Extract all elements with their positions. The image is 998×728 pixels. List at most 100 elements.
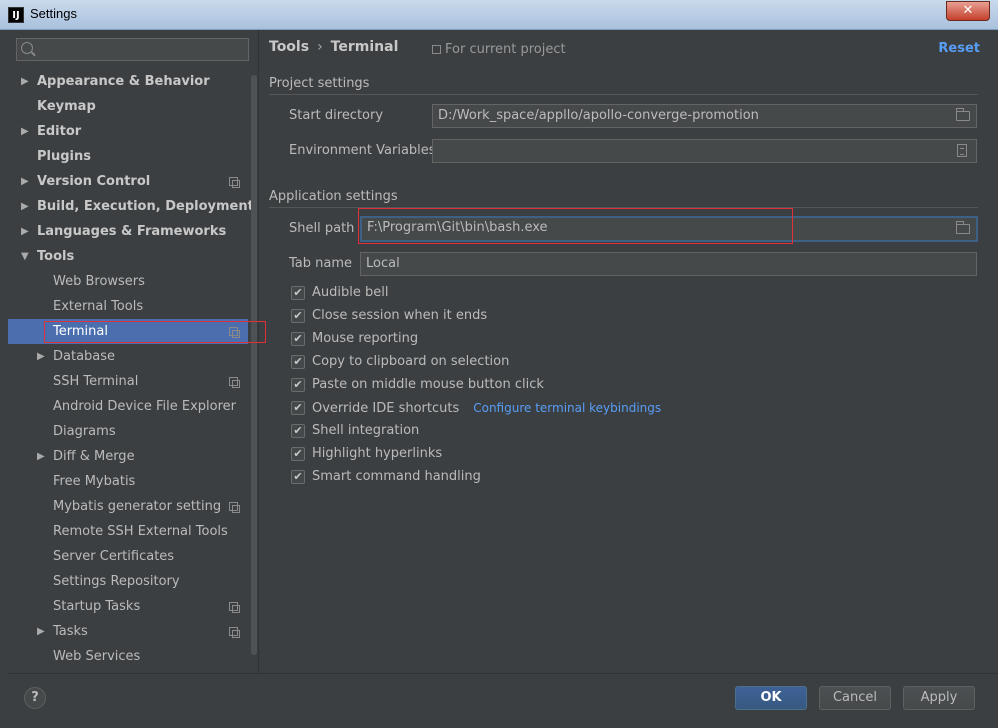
sidebar-item-terminal[interactable]: Terminal xyxy=(8,319,248,344)
checkbox[interactable]: ✔ xyxy=(291,286,305,300)
sidebar-item-mybatis-generator-setting[interactable]: Mybatis generator setting xyxy=(8,494,248,519)
project-scope-note: For current project xyxy=(432,42,566,57)
checkbox[interactable]: ✔ xyxy=(291,447,305,461)
checkbox-label-text: Audible bell xyxy=(312,285,389,300)
checkbox-label: Paste on middle mouse button click xyxy=(312,375,544,395)
checkbox-label: Smart command handling xyxy=(312,467,481,487)
sidebar-item-label: Terminal xyxy=(53,324,108,339)
collapsed-arrow-icon[interactable]: ▶ xyxy=(21,194,29,219)
start-directory-label: Start directory xyxy=(289,108,384,123)
start-directory-field[interactable]: D:/Work_space/appllo/apollo-converge-pro… xyxy=(432,104,977,128)
checkbox-label: Audible bell xyxy=(312,283,388,303)
start-directory-value: D:/Work_space/appllo/apollo-converge-pro… xyxy=(438,108,759,123)
collapsed-arrow-icon[interactable]: ▶ xyxy=(21,219,29,244)
sidebar-item-label: Settings Repository xyxy=(53,574,180,589)
search-input[interactable] xyxy=(16,38,249,61)
checkbox[interactable]: ✔ xyxy=(291,309,305,323)
sidebar-item-tools[interactable]: ▼ Tools xyxy=(8,244,248,269)
collapsed-arrow-icon[interactable]: ▶ xyxy=(37,619,45,644)
sidebar-item-label: Remote SSH External Tools xyxy=(53,524,228,539)
help-button[interactable]: ? xyxy=(24,687,46,709)
ok-button[interactable]: OK xyxy=(735,686,807,710)
checkbox-label: Shell integration xyxy=(312,421,419,441)
sidebar-item-label: Plugins xyxy=(37,149,91,164)
sidebar-item-appearance-behavior[interactable]: ▶ Appearance & Behavior xyxy=(8,69,248,94)
sidebar-item-label: Build, Execution, Deployment xyxy=(37,199,254,214)
sidebar-item-label: Editor xyxy=(37,124,82,139)
sidebar-item-external-tools[interactable]: External Tools xyxy=(8,294,248,319)
checkbox-label-text: Copy to clipboard on selection xyxy=(312,354,510,369)
project-icon xyxy=(229,377,240,388)
sidebar-item-ssh-terminal[interactable]: SSH Terminal xyxy=(8,369,248,394)
intellij-icon: IJ xyxy=(8,7,24,23)
checkbox-label: Highlight hyperlinks xyxy=(312,444,442,464)
apply-button[interactable]: Apply xyxy=(903,686,975,710)
sidebar-item-label: Diagrams xyxy=(53,424,116,439)
sidebar-item-label: Startup Tasks xyxy=(53,599,141,614)
sidebar-item-label: Languages & Frameworks xyxy=(37,224,227,239)
environment-variables-field[interactable] xyxy=(432,139,977,163)
sidebar-item-server-certificates[interactable]: Server Certificates xyxy=(8,544,248,569)
collapsed-arrow-icon[interactable]: ▶ xyxy=(37,344,45,369)
checkbox[interactable]: ✔ xyxy=(291,401,305,415)
project-icon xyxy=(229,602,240,613)
sidebar-item-remote-ssh-external-tools[interactable]: Remote SSH External Tools xyxy=(8,519,248,544)
sidebar-item-database[interactable]: ▶ Database xyxy=(8,344,248,369)
terminal-settings-panel: Tools › Terminal For current project Reset… xyxy=(260,30,998,673)
sidebar-item-free-mybatis[interactable]: Free Mybatis xyxy=(8,469,248,494)
sidebar-item-label: Database xyxy=(53,349,116,364)
checkbox[interactable]: ✔ xyxy=(291,470,305,484)
window-title: Settings xyxy=(30,6,77,21)
sidebar-scrollbar[interactable] xyxy=(251,75,257,655)
collapsed-arrow-icon[interactable]: ▶ xyxy=(21,119,29,144)
sidebar-item-label: Keymap xyxy=(37,99,96,114)
sidebar-item-label: Tools xyxy=(37,249,75,264)
sidebar-item-web-services[interactable]: Web Services xyxy=(8,644,248,669)
collapsed-arrow-icon[interactable]: ▶ xyxy=(21,69,29,94)
checkbox-label: Copy to clipboard on selection xyxy=(312,352,509,372)
cancel-button[interactable]: Cancel xyxy=(819,686,891,710)
folder-icon[interactable] xyxy=(956,221,970,234)
project-icon xyxy=(432,45,441,54)
sidebar-item-label: Tasks xyxy=(53,624,88,639)
breadcrumb-tools[interactable]: Tools xyxy=(269,39,309,55)
environment-variables-label: Environment Variables xyxy=(289,143,436,158)
checkbox-label: Override IDE shortcuts Configure terminal… xyxy=(312,398,661,419)
checkbox-label-text: Paste on middle mouse button click xyxy=(312,377,544,392)
sidebar-item-settings-repository[interactable]: Settings Repository xyxy=(8,569,248,594)
checkbox[interactable]: ✔ xyxy=(291,378,305,392)
divider xyxy=(269,94,978,95)
sidebar-item-android-device-file-explorer[interactable]: Android Device File Explorer xyxy=(8,394,248,419)
checkbox-label-text: Mouse reporting xyxy=(312,331,419,346)
sidebar-item-build-execution-deployment[interactable]: ▶ Build, Execution, Deployment xyxy=(8,194,254,219)
sidebar-item-startup-tasks[interactable]: Startup Tasks xyxy=(8,594,248,619)
sidebar-item-label: SSH Terminal xyxy=(53,374,139,389)
configure-keybindings-link[interactable]: Configure terminal keybindings xyxy=(473,401,661,415)
sidebar-item-plugins[interactable]: Plugins xyxy=(8,144,248,169)
expanded-arrow-icon[interactable]: ▼ xyxy=(21,244,29,269)
project-icon xyxy=(229,327,240,338)
sidebar-item-diagrams[interactable]: Diagrams xyxy=(8,419,248,444)
sidebar-item-keymap[interactable]: Keymap xyxy=(8,94,248,119)
shell-path-field[interactable]: F:\Program\Git\bin\bash.exe xyxy=(360,216,978,242)
sidebar-item-version-control[interactable]: ▶ Version Control xyxy=(8,169,248,194)
checkbox-label-text: Highlight hyperlinks xyxy=(312,446,443,461)
tab-name-field[interactable]: Local xyxy=(360,252,977,276)
sidebar-item-tasks[interactable]: ▶ Tasks xyxy=(8,619,248,644)
edit-variables-icon[interactable] xyxy=(957,144,967,157)
sidebar-item-label: Web Services xyxy=(53,649,141,664)
window-close-button[interactable]: ✕ xyxy=(946,1,990,21)
shell-path-label: Shell path xyxy=(289,221,355,236)
sidebar-item-web-browsers[interactable]: Web Browsers xyxy=(8,269,248,294)
reset-link[interactable]: Reset xyxy=(938,41,980,56)
folder-icon[interactable] xyxy=(956,108,970,121)
sidebar-item-label: Diff & Merge xyxy=(53,449,135,464)
sidebar-item-editor[interactable]: ▶ Editor xyxy=(8,119,248,144)
collapsed-arrow-icon[interactable]: ▶ xyxy=(21,169,29,194)
checkbox[interactable]: ✔ xyxy=(291,355,305,369)
sidebar-item-languages-frameworks[interactable]: ▶ Languages & Frameworks xyxy=(8,219,248,244)
sidebar-item-diff-merge[interactable]: ▶ Diff & Merge xyxy=(8,444,248,469)
checkbox[interactable]: ✔ xyxy=(291,424,305,438)
collapsed-arrow-icon[interactable]: ▶ xyxy=(37,444,45,469)
checkbox[interactable]: ✔ xyxy=(291,332,305,346)
